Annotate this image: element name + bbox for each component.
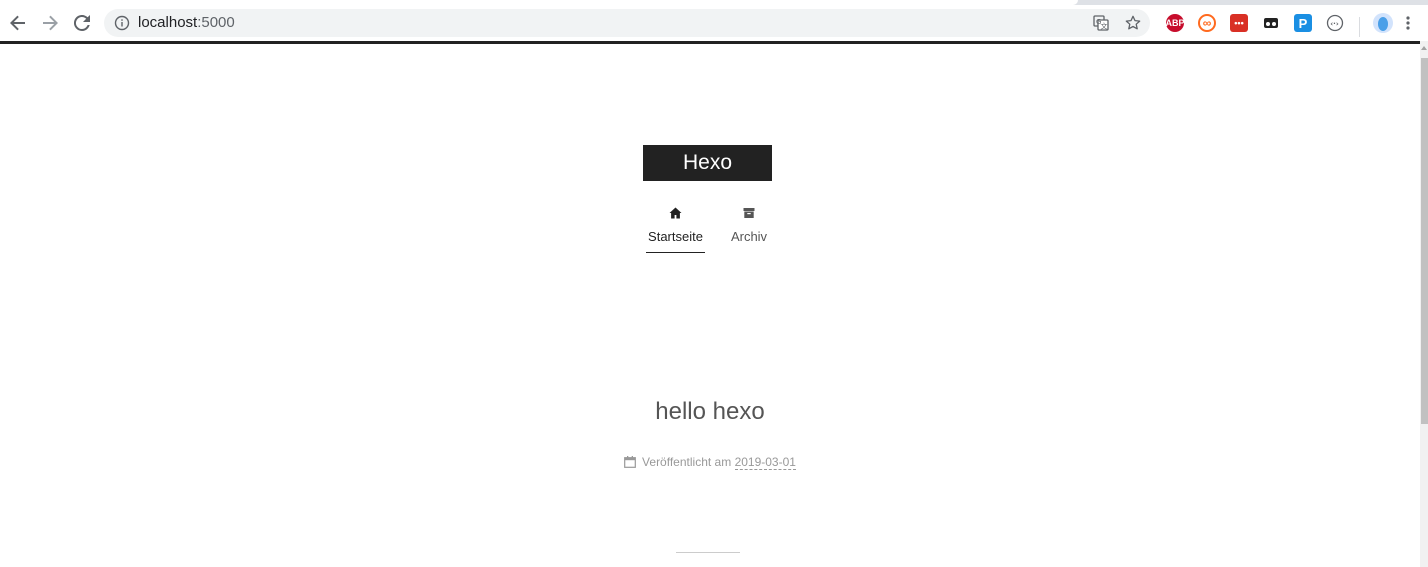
glasses-icon	[1264, 18, 1278, 28]
p-extension[interactable]: P	[1294, 14, 1312, 32]
url-port: :5000	[197, 14, 235, 31]
calendar-icon	[624, 456, 636, 468]
menu-item-label: Startseite	[648, 229, 703, 244]
svg-text:文: 文	[1101, 22, 1108, 31]
translate-button[interactable]: G 文	[1091, 13, 1111, 33]
code-icon: ‹·›	[1326, 14, 1344, 32]
back-button[interactable]	[4, 9, 32, 37]
forward-icon	[43, 15, 58, 31]
post-meta-label: Veröffentlicht am	[642, 455, 732, 469]
menu-item-home[interactable]: Startseite	[646, 206, 705, 253]
profile-avatar[interactable]	[1373, 13, 1393, 33]
info-icon[interactable]	[114, 15, 130, 31]
forward-button[interactable]	[36, 9, 64, 37]
active-underline	[646, 252, 705, 253]
svg-text:‹·›: ‹·›	[1330, 20, 1339, 28]
site-brand[interactable]: Hexo	[643, 145, 772, 181]
post-date[interactable]: 2019-03-01	[734, 455, 796, 470]
reload-icon	[74, 15, 90, 31]
url-host: localhost	[138, 14, 198, 31]
infinity-extension[interactable]: ∞	[1198, 14, 1216, 32]
adblock-plus-extension[interactable]: ABP	[1166, 14, 1185, 32]
home-icon	[669, 207, 682, 219]
browser-toolbar: localhost:5000 G 文 ABP ∞ ••• P ‹·›	[0, 5, 1428, 41]
bookmark-button[interactable]	[1123, 13, 1143, 33]
star-icon	[1125, 15, 1141, 30]
menu-item-archive[interactable]: Archiv	[727, 206, 771, 246]
more-extension[interactable]: •••	[1230, 14, 1248, 32]
address-bar[interactable]: localhost:5000 G 文	[104, 9, 1150, 37]
menu-icon	[1406, 16, 1410, 30]
avatar-icon	[1378, 17, 1388, 31]
post-meta: Veröffentlicht am 2019-03-01	[0, 454, 1420, 470]
reload-button[interactable]	[68, 9, 96, 37]
url-text[interactable]: localhost:5000	[138, 14, 235, 32]
scroll-up-arrow[interactable]	[1421, 46, 1427, 50]
post-divider	[676, 552, 740, 553]
menu-item-label: Archiv	[730, 229, 768, 244]
archive-icon	[743, 208, 755, 218]
back-icon	[10, 15, 25, 31]
post-title[interactable]: hello hexo	[0, 398, 1420, 426]
page-top-border	[0, 41, 1420, 44]
scrollbar-thumb[interactable]	[1421, 58, 1428, 424]
code-extension[interactable]: ‹·›	[1326, 14, 1344, 32]
glasses-extension[interactable]	[1262, 14, 1280, 32]
browser-menu-button[interactable]	[1398, 9, 1418, 37]
toolbar-divider	[1359, 17, 1360, 37]
translate-icon: G 文	[1093, 15, 1109, 31]
